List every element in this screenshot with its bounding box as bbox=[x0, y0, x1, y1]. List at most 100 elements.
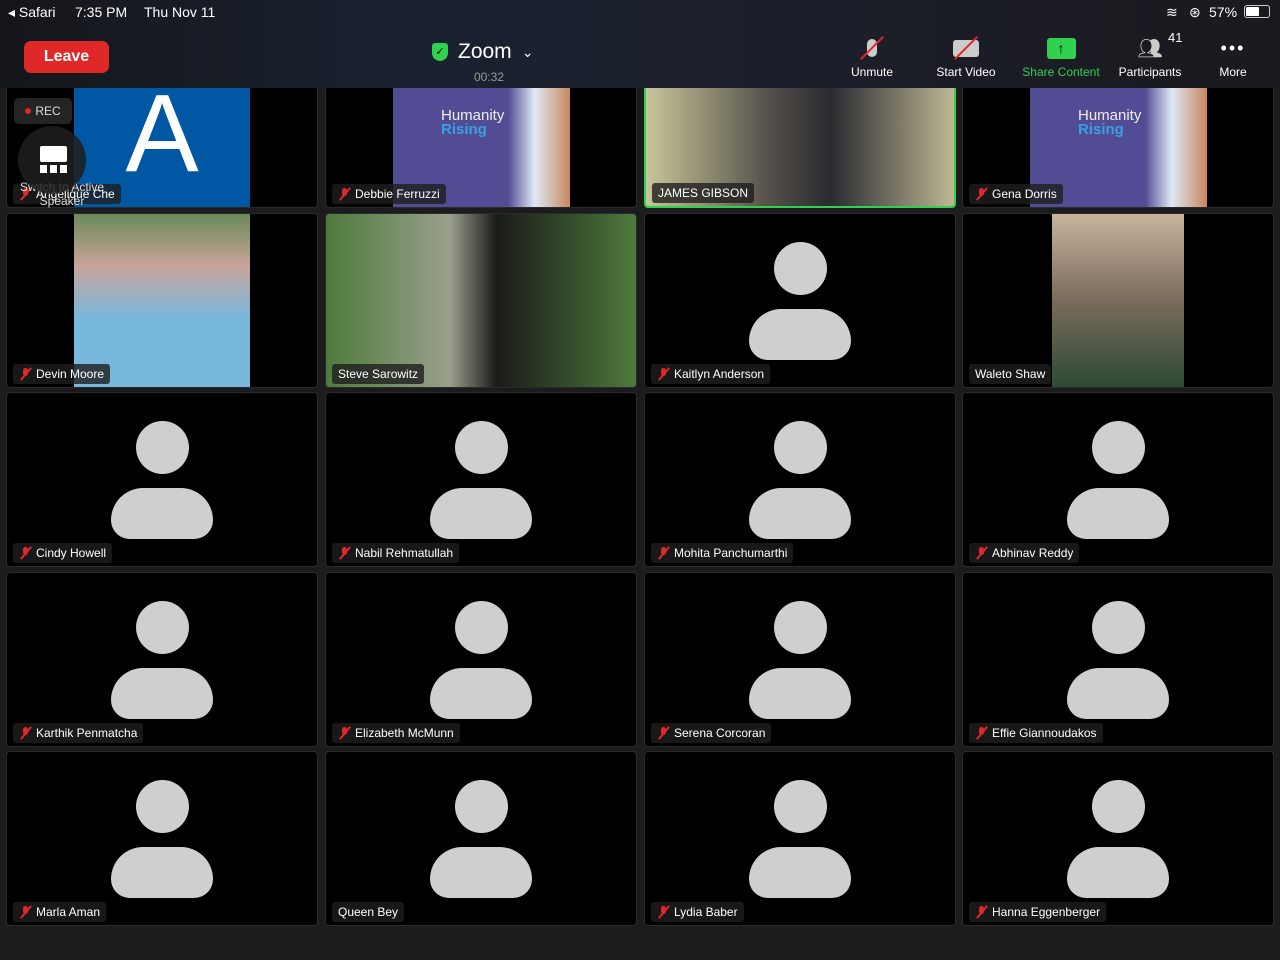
muted-mic-icon bbox=[19, 367, 33, 381]
participant-tile[interactable]: Mohita Panchumarthi bbox=[644, 392, 956, 567]
participant-tile[interactable]: Abhinav Reddy bbox=[962, 392, 1274, 567]
clock: 7:35 PM bbox=[75, 4, 128, 20]
participants-button[interactable]: 👥︎ 41 Participants bbox=[1105, 30, 1195, 79]
participant-name-label: Queen Bey bbox=[332, 902, 405, 922]
participant-name: Cindy Howell bbox=[36, 546, 107, 560]
participant-name-label: Serena Corcoran bbox=[651, 723, 772, 743]
participant-count: 41 bbox=[1168, 30, 1183, 45]
share-content-button[interactable]: ↑ Share Content bbox=[1016, 34, 1106, 79]
meeting-title: Zoom bbox=[458, 40, 512, 63]
participant-tile[interactable]: Elizabeth McMunn bbox=[325, 572, 637, 747]
meeting-timer: 00:32 bbox=[474, 70, 505, 84]
avatar-head-icon bbox=[1092, 780, 1145, 833]
meeting-title-button[interactable]: ✓ Zoom ⌄ bbox=[432, 40, 533, 64]
participant-name-label: Devin Moore bbox=[13, 364, 111, 384]
participant-tile[interactable]: Karthik Penmatcha bbox=[6, 572, 318, 747]
avatar-head-icon bbox=[774, 780, 827, 833]
avatar-head-icon bbox=[136, 780, 189, 833]
participant-tile[interactable]: Lydia Baber bbox=[644, 751, 956, 926]
video-feed bbox=[74, 214, 250, 387]
rec-label: REC bbox=[35, 104, 61, 118]
muted-mic-icon bbox=[19, 546, 33, 560]
avatar-head-icon bbox=[774, 601, 827, 654]
share-arrow-icon: ↑ bbox=[1016, 34, 1106, 62]
start-video-button[interactable]: Start Video bbox=[921, 34, 1011, 79]
leave-button[interactable]: Leave bbox=[24, 41, 109, 73]
avatar-body-icon bbox=[111, 847, 213, 898]
participant-tile[interactable]: Hanna Eggenberger bbox=[962, 751, 1274, 926]
avatar-head-icon bbox=[774, 421, 827, 474]
avatar-head-icon bbox=[1092, 601, 1145, 654]
avatar-head-icon bbox=[136, 421, 189, 474]
avatar-head-icon bbox=[455, 780, 508, 833]
participant-name: Kaitlyn Anderson bbox=[674, 367, 765, 381]
avatar-body-icon bbox=[1067, 668, 1169, 719]
participant-name-label: Karthik Penmatcha bbox=[13, 723, 144, 743]
more-button[interactable]: ••• More bbox=[1188, 34, 1278, 80]
date: Thu Nov 11 bbox=[144, 4, 216, 20]
participant-name: Hanna Eggenberger bbox=[992, 905, 1101, 919]
more-dots-icon: ••• bbox=[1220, 37, 1246, 58]
participant-tile[interactable]: Cindy Howell bbox=[6, 392, 318, 567]
avatar-body-icon bbox=[749, 488, 851, 539]
participant-tile[interactable]: Effie Giannoudakos bbox=[962, 572, 1274, 747]
participant-tile[interactable]: Steve Sarowitz bbox=[325, 213, 637, 388]
avatar-body-icon bbox=[1067, 847, 1169, 898]
recording-badge: REC bbox=[14, 98, 72, 124]
participant-name: Karthik Penmatcha bbox=[36, 726, 138, 740]
avatar-body-icon bbox=[749, 847, 851, 898]
orientation-lock-icon: ⊛ bbox=[1189, 4, 1201, 20]
share-content-label: Share Content bbox=[1022, 65, 1100, 79]
participant-name-label: Kaitlyn Anderson bbox=[651, 364, 771, 384]
unmute-button[interactable]: Unmute bbox=[827, 34, 917, 79]
participant-name-label: Waleto Shaw bbox=[969, 364, 1052, 384]
muted-mic-icon bbox=[975, 187, 989, 201]
back-to-safari[interactable]: ◂ Safari bbox=[8, 4, 56, 21]
participant-name: Marla Aman bbox=[36, 905, 101, 919]
participant-name-label: Cindy Howell bbox=[13, 543, 113, 563]
avatar-body-icon bbox=[1067, 488, 1169, 539]
participant-name-label: Nabil Rehmatullah bbox=[332, 543, 460, 563]
participant-name: Gena Dorris bbox=[992, 187, 1057, 201]
chevron-down-icon: ⌄ bbox=[521, 43, 534, 60]
battery-level: 57% bbox=[1209, 4, 1238, 20]
participant-name: Mohita Panchumarthi bbox=[674, 546, 788, 560]
avatar-head-icon bbox=[136, 601, 189, 654]
switch-view-button[interactable]: Switch to Active Speaker bbox=[10, 126, 104, 208]
muted-mic-icon bbox=[657, 367, 671, 381]
participant-name: Debbie Ferruzzi bbox=[355, 187, 440, 201]
participants-icon: 👥︎ bbox=[1137, 37, 1163, 60]
muted-mic-icon bbox=[975, 905, 989, 919]
participant-tile[interactable]: Serena Corcoran bbox=[644, 572, 956, 747]
video-feed bbox=[326, 214, 636, 387]
muted-mic-icon bbox=[975, 726, 989, 740]
participant-name-label: Lydia Baber bbox=[651, 902, 744, 922]
muted-mic-icon bbox=[657, 905, 671, 919]
muted-mic-icon bbox=[338, 726, 352, 740]
participant-tile[interactable]: Kaitlyn Anderson bbox=[644, 213, 956, 388]
muted-mic-icon bbox=[19, 905, 33, 919]
participant-tile[interactable]: Devin Moore bbox=[6, 213, 318, 388]
participant-tile[interactable]: Nabil Rehmatullah bbox=[325, 392, 637, 567]
avatar-body-icon bbox=[430, 847, 532, 898]
avatar-body-icon bbox=[749, 668, 851, 719]
participant-name: Devin Moore bbox=[36, 367, 105, 381]
meeting-header: ◂ Safari 7:35 PM Thu Nov 11 ≋ ⊛ 57% Leav… bbox=[0, 0, 1280, 88]
participant-name-label: JAMES GIBSON bbox=[652, 183, 755, 203]
wifi-icon: ≋ bbox=[1166, 4, 1178, 20]
participant-name: Elizabeth McMunn bbox=[355, 726, 454, 740]
avatar-head-icon bbox=[455, 421, 508, 474]
participant-tile[interactable]: Marla Aman bbox=[6, 751, 318, 926]
participant-tile[interactable]: Queen Bey bbox=[325, 751, 637, 926]
muted-mic-icon bbox=[657, 726, 671, 740]
gallery-view-icon bbox=[18, 126, 86, 194]
start-video-label: Start Video bbox=[936, 65, 996, 79]
participant-name-label: Hanna Eggenberger bbox=[969, 902, 1107, 922]
participant-name: Effie Giannoudakos bbox=[992, 726, 1097, 740]
avatar-body-icon bbox=[749, 309, 851, 360]
avatar-head-icon bbox=[455, 601, 508, 654]
participant-name: Lydia Baber bbox=[674, 905, 738, 919]
participant-name-label: Marla Aman bbox=[13, 902, 107, 922]
muted-mic-icon bbox=[19, 726, 33, 740]
participant-tile[interactable]: Waleto Shaw bbox=[962, 213, 1274, 388]
